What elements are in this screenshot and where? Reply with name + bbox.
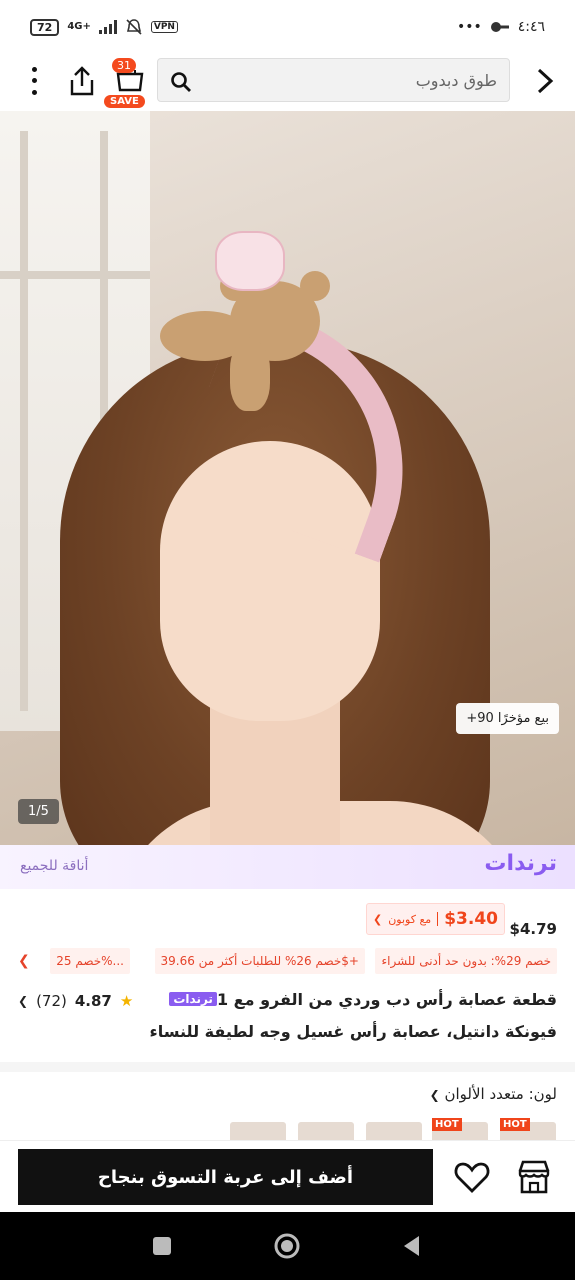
price-row: $4.79 ❮ مع كوبون $3.40 [0, 900, 575, 948]
save-badge: SAVE [104, 95, 145, 108]
cart-count-badge: 31 [112, 58, 136, 73]
chevron-left-icon[interactable]: ❮ [18, 953, 30, 969]
top-bar: 31 SAVE طوق دبدوب [0, 56, 575, 108]
product-title-line2: فيونكة دانتيل، عصابة رأس غسيل وجه لطيفة … [149, 1022, 557, 1041]
trend-tag: ترندات [169, 992, 217, 1006]
rating-value: 4.87 [74, 992, 112, 1010]
search-placeholder: طوق دبدوب [415, 71, 497, 90]
trend-banner[interactable]: ترندات أناقة للجميع [0, 845, 575, 889]
status-left: 72 4G+ VPN [30, 18, 178, 36]
trend-slogan: أناقة للجميع [20, 858, 89, 874]
product-image[interactable]: +90 بيع مؤخرًا 1/5 [0, 111, 575, 845]
review-count: (72) [36, 992, 67, 1010]
coupon-price-box[interactable]: ❮ مع كوبون $3.40 [366, 903, 505, 935]
color-swatches: HOT HOT [228, 1118, 558, 1144]
status-right: ••• ٤:٤٦ [457, 19, 545, 35]
trend-label: ترندات [484, 851, 557, 876]
star-icon: ★ [119, 992, 134, 1010]
hot-badge: HOT [500, 1118, 530, 1131]
discount-row[interactable]: خصم 29%: بدون حد أدنى للشراء خصم 26% للط… [0, 948, 575, 976]
status-more: ••• [456, 19, 482, 35]
heart-icon[interactable] [452, 1157, 492, 1197]
coupon-divider [437, 912, 439, 926]
store-icon[interactable] [514, 1157, 554, 1197]
recently-sold-badge: +90 بيع مؤخرًا [456, 703, 559, 734]
recent-apps-icon[interactable] [148, 1232, 176, 1260]
coupon-label: مع كوبون [388, 912, 432, 926]
key-icon [490, 22, 509, 32]
cart-button[interactable]: 31 SAVE [104, 58, 156, 108]
back-icon[interactable] [398, 1232, 426, 1260]
network-label: 4G+ [67, 21, 91, 32]
product-title-area: ترندات 1 قطعة عصابة رأس دب وردي من الفرو … [0, 990, 575, 1050]
original-price: $4.79 [509, 920, 557, 938]
product-title-line1: ترندات 1 قطعة عصابة رأس دب وردي من الفرو … [163, 990, 557, 1009]
home-icon[interactable] [273, 1232, 301, 1260]
vpn-badge: VPN [150, 21, 178, 33]
rating-summary[interactable]: ❮ (72) 4.87 ★ [18, 992, 133, 1010]
image-counter: 1/5 [18, 799, 59, 824]
chevron-left-icon: ❮ [373, 912, 383, 926]
mute-icon [126, 19, 142, 35]
bottom-action-bar: أضف إلى عربة التسوق بنجاح [0, 1140, 575, 1212]
signal-icon [98, 20, 117, 34]
chevron-left-icon: ❮ [18, 994, 29, 1008]
color-selector-label[interactable]: ❮ لون: متعدد الألوان [430, 1085, 557, 1103]
discount-chip-1[interactable]: خصم 29%: بدون حد أدنى للشراء [375, 948, 557, 974]
section-divider [0, 1062, 575, 1072]
coupon-price: $3.40 [444, 909, 498, 929]
share-icon[interactable] [66, 64, 98, 98]
status-bar: 72 4G+ VPN ••• ٤:٤٦ [0, 0, 575, 54]
discount-chip-2[interactable]: خصم 26% للطلبات أكثر من 39.66$+ [154, 948, 365, 974]
battery-indicator: 72 [30, 18, 60, 36]
product-title-text1: 1 قطعة عصابة رأس دب وردي من الفرو مع [216, 990, 557, 1009]
add-to-cart-button[interactable]: أضف إلى عربة التسوق بنجاح [18, 1149, 433, 1205]
back-arrow-icon[interactable] [533, 66, 557, 96]
hot-badge: HOT [432, 1118, 462, 1131]
status-time: ٤:٤٦ [517, 19, 545, 35]
system-nav-bar [0, 1212, 575, 1280]
search-field[interactable]: طوق دبدوب [157, 58, 510, 102]
discount-chip-3[interactable]: خصم 25%... [50, 948, 130, 974]
chevron-left-icon: ❮ [429, 1088, 440, 1102]
color-label: لون: متعدد الألوان [444, 1085, 558, 1103]
more-options-icon[interactable] [22, 64, 46, 98]
lace-bow-decoration [215, 231, 285, 291]
search-icon[interactable] [170, 71, 192, 93]
